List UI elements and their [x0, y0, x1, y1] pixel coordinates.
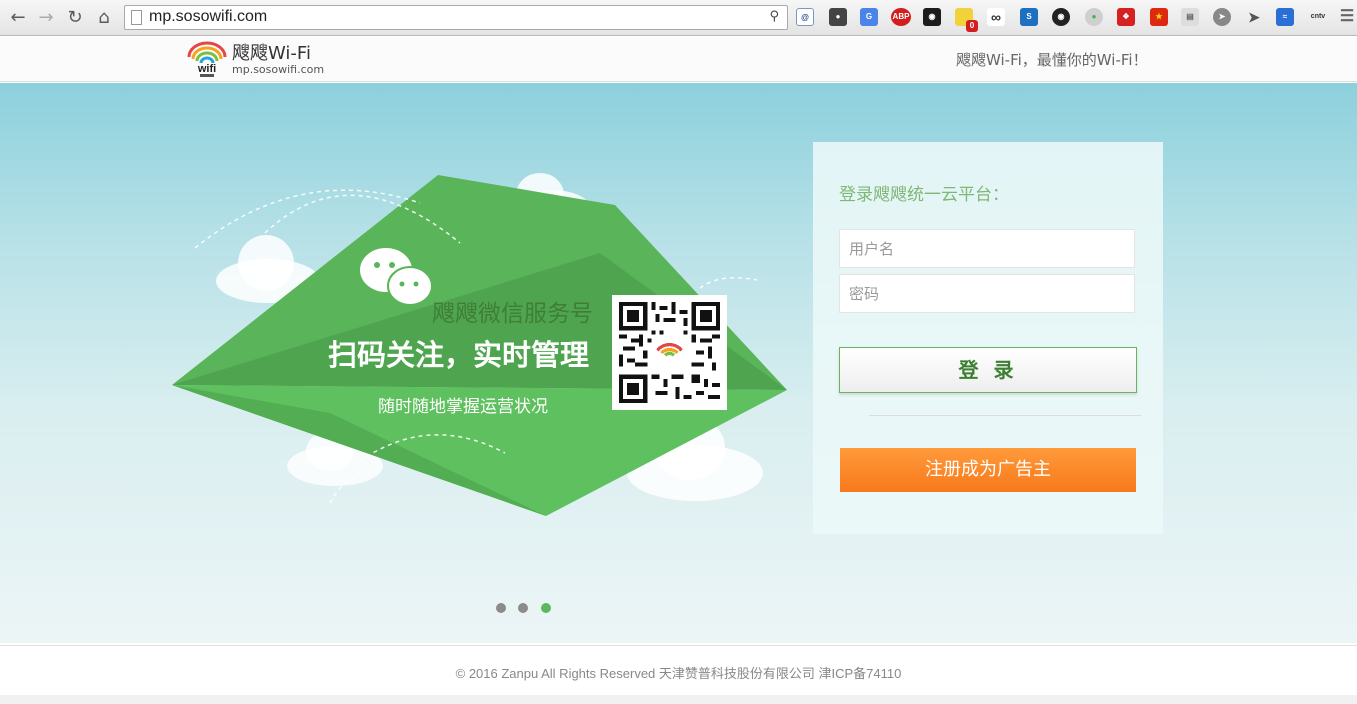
back-icon[interactable]: ← — [6, 6, 30, 30]
menu-icon[interactable]: ☰ — [1338, 8, 1356, 26]
reload-icon[interactable]: ↻ — [63, 6, 87, 30]
evernote-icon[interactable]: ● — [829, 8, 847, 26]
forward-icon[interactable]: → — [34, 6, 58, 30]
qr-code — [612, 295, 727, 410]
page-icon — [131, 10, 142, 25]
carousel-dot-1[interactable] — [496, 603, 506, 613]
bottom-strip — [0, 695, 1357, 704]
promo-headline: 扫码关注，实时管理 — [328, 338, 590, 372]
login-button[interactable]: 登 录 — [839, 347, 1137, 393]
register-advertiser-button[interactable]: 注册成为广告主 — [840, 448, 1136, 492]
password-input[interactable] — [839, 274, 1135, 313]
logo-icon[interactable]: wifi — [186, 39, 228, 79]
qr-code-icon — [619, 302, 720, 403]
carousel-dot-3[interactable] — [541, 603, 551, 613]
link-icon[interactable]: ∞ — [987, 8, 1005, 26]
browser-toolbar: ← → ↻ ⌂ mp.sosowifi.com ⚲ @ ● G ABP ◉ 0 … — [0, 0, 1357, 36]
china-flag-icon[interactable]: ★ — [1150, 8, 1168, 26]
home-icon[interactable]: ⌂ — [92, 6, 116, 30]
green-dot-icon[interactable]: ● — [1085, 8, 1103, 26]
brand-domain: mp.sosowifi.com — [232, 63, 325, 76]
reader-icon[interactable]: ▤ — [1181, 8, 1199, 26]
username-input[interactable] — [839, 229, 1135, 268]
adblock-icon[interactable]: ABP — [891, 8, 911, 26]
copyright-text: © 2016 Zanpu All Rights Reserved 天津赞普科技股… — [455, 666, 902, 681]
extension-a-icon[interactable]: @ — [796, 8, 814, 26]
login-title: 登录飕飕统一云平台： — [839, 185, 1009, 205]
carousel-dot-2[interactable] — [518, 603, 528, 613]
promo-subline: 随时随地掌握运营状况 — [378, 397, 548, 417]
key-icon[interactable]: ⚲ — [769, 9, 779, 24]
svg-text:wifi: wifi — [197, 63, 216, 75]
ghost-icon[interactable]: ◉ — [923, 8, 941, 26]
divider — [869, 415, 1141, 416]
address-bar[interactable]: mp.sosowifi.com ⚲ — [124, 5, 788, 30]
url-text[interactable]: mp.sosowifi.com — [149, 8, 267, 26]
site-header: wifi 飕飕Wi-Fi mp.sosowifi.com 飕飕Wi-Fi，最懂你… — [0, 37, 1357, 82]
hero-banner: 飕飕微信服务号 扫码关注，实时管理 随时随地掌握运营状况 登录飕飕统一云平台： … — [0, 83, 1357, 643]
translate-icon[interactable]: G — [860, 8, 878, 26]
wave-icon[interactable]: ≈ — [1276, 8, 1294, 26]
pdf-icon[interactable]: ❖ — [1117, 8, 1135, 26]
color-picker-icon[interactable]: ◉ — [1052, 8, 1070, 26]
header-slogan: 飕飕Wi-Fi，最懂你的Wi-Fi！ — [956, 51, 1148, 69]
cntv-icon[interactable]: cntv — [1309, 8, 1327, 26]
compass-icon[interactable]: ➤ — [1213, 8, 1231, 26]
promo-title: 飕飕微信服务号 — [432, 301, 593, 327]
notification-badge: 0 — [966, 20, 978, 32]
s-icon[interactable]: S — [1020, 8, 1038, 26]
login-panel: 登录飕飕统一云平台： 登 录 注册成为广告主 — [813, 142, 1163, 534]
site-footer: © 2016 Zanpu All Rights Reserved 天津赞普科技股… — [0, 645, 1357, 695]
cursor-icon[interactable]: ➤ — [1245, 8, 1263, 26]
brand-name[interactable]: 飕飕Wi-Fi — [232, 44, 311, 64]
